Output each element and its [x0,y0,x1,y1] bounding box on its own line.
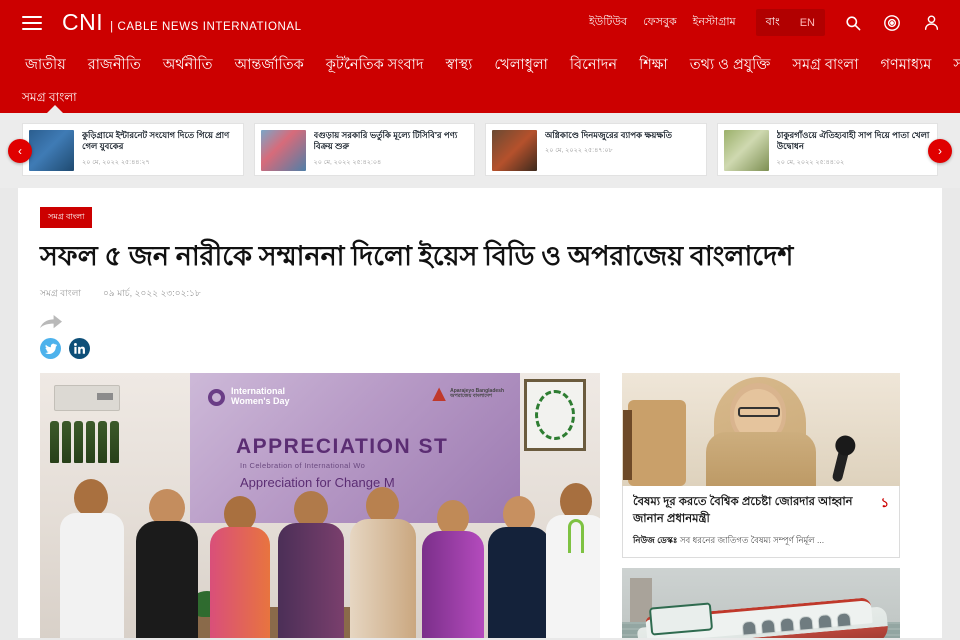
womens-day-ring-icon [208,388,225,406]
article-main-column: International Women's Day Aparajeyo Bang… [40,373,600,638]
ticker-title: কুড়িগ্রামে ইন্টারনেট সংযোগ দিতে গিয়ে প… [82,130,230,152]
photo-person [60,479,124,638]
ticker-title: ঠাকুরগাঁওয়ে ঐতিহ্যবাহী সাপ দিয়ে পাতা খ… [776,130,930,152]
wall-frame-shape [524,379,586,452]
sidebar-item-number: ১ [880,495,889,511]
partner-logo: Aparajeyo Bangladesh অপরাজেয় বাংলাদেশ [432,387,504,402]
photo-person [136,489,198,638]
nav-item-education[interactable]: শিক্ষা [628,58,679,73]
article-timestamp: ০৯ মার্চ, ২০২২ ২৩:০২:১৮ [103,288,201,299]
nav-item-entertainment[interactable]: বিনোদন [559,58,628,73]
breaking-news-carousel: ‹ কুড়িগ্রামে ইন্টারনেট সংযোগ দিতে গিয়ে… [0,113,960,188]
sidebar-item-title: বৈষম্য দূর করতে বৈশ্বিক প্রচেষ্টা জোরদার… [633,496,853,526]
brand-name: CNI [62,9,104,35]
carousel-next-button[interactable]: › [928,138,952,163]
nav-item-national[interactable]: জাতীয় [14,58,77,73]
carousel-prev-button[interactable]: ‹ [8,138,32,163]
ticker-thumbnail [29,130,74,171]
sidebar-item-excerpt-lead: নিউজ ডেস্কঃ [633,534,678,545]
photo-person [488,496,550,638]
banner-subheading: In Celebration of International Wo [240,461,366,471]
ticker-card[interactable]: অগ্নিকাণ্ডে দিনমজুরের ব্যাপক ক্ষয়ক্ষতি … [485,123,707,176]
photo-person [350,487,416,638]
nav-item-sports[interactable]: খেলাধুলা [483,58,559,73]
article-body-grid: International Women's Day Aparajeyo Bang… [40,373,920,638]
prime-minister-speaking-photo [622,373,900,487]
nav-item-international[interactable]: আন্তর্জাতিক [224,58,315,73]
ticker-card[interactable]: ঠাকুরগাঁওয়ে ঐতিহ্যবাহী সাপ দিয়ে পাতা খ… [716,123,938,176]
ticker-time: ২০ মে, ২০২২ ২৫:৪৪:০২ [776,158,845,166]
site-logo[interactable]: CNI | CABLE NEWS INTERNATIONAL [62,9,302,36]
sidebar-item-excerpt: নিউজ ডেস্কঃ সব ধরনের জাতিগত বৈষম্য সম্পূ… [633,534,889,548]
banner-logo-line2: Women's Day [231,396,290,407]
article-byline: সমগ্র বাংলা ০৯ মার্চ, ২০২২ ২৩:০২:১৮ [40,286,920,301]
user-account-icon[interactable] [920,12,942,34]
nav-item-tech[interactable]: তথ্য ও প্রযুক্তি [679,58,782,73]
nav-item-politics[interactable]: রাজনীতি [77,58,152,73]
article-source: সমগ্র বাংলা [40,288,81,299]
ticker-thumbnail [723,130,769,171]
nav-item-all-more[interactable]: সব [942,58,960,73]
photo-person [278,491,344,638]
ticker-thumbnail [492,130,537,171]
ticker-card[interactable]: বগুড়ায় সরকারি ভর্তুকি মূল্যে টিসিবি'র … [253,123,475,176]
page-title: সফল ৫ জন নারীকে সম্মাননা দিলো ইয়েস বিডি… [40,241,794,271]
social-link-facebook[interactable]: ফেসবুক [643,13,677,32]
photo-person [546,483,600,638]
language-option-en[interactable]: EN [790,13,825,33]
bottles-shape [50,421,119,464]
sidebar-related-item-2[interactable] [622,567,900,638]
ticker-time: ২০ মে, ২০২২ ২৫:৪৪:২৭ [82,158,150,166]
air-conditioner-shape [54,385,120,412]
banner-heading: APPRECIATION ST [236,435,449,459]
sidebar-related-item-1[interactable]: ১ বৈষম্য দূর করতে বৈশ্বিক প্রচেষ্টা জোরদ… [622,373,900,558]
active-section-tab-row: সমগ্র বাংলা [0,85,960,113]
main-navigation: জাতীয় রাজনীতি অর্থনীতি আন্তর্জাতিক কূটন… [0,45,960,85]
capsized-launch-boat-photo [622,567,900,638]
womens-day-logo: International Women's Day [208,387,290,407]
share-linkedin-button[interactable] [69,338,90,360]
partner-line2: অপরাজেয় বাংলাদেশ [450,393,492,400]
brand-tagline: | CABLE NEWS INTERNATIONAL [110,21,302,33]
photo-person [210,496,270,638]
social-link-instagram[interactable]: ইনস্টাগ্রাম [693,13,736,32]
sidebar-item-excerpt-text: সব ধরনের জাতিগত বৈষম্য সম্পূর্ণ নির্মূল … [679,534,825,545]
nav-item-health[interactable]: স্বাস্থ্য [434,58,483,73]
article-page: সমগ্র বাংলা সফল ৫ জন নারীকে সম্মাননা দিল… [18,188,942,638]
partner-mark-icon [432,387,447,402]
ticker-title: বগুড়ায় সরকারি ভর্তুকি মূল্যে টিসিবি'র … [313,130,458,152]
ticker-time: ২০ মে, ২০২২ ২৫:৪২:০৪ [313,158,382,166]
share-row [40,315,920,360]
article-sidebar: ১ বৈষম্য দূর করতে বৈশ্বিক প্রচেষ্টা জোরদ… [622,373,900,638]
ticker-card[interactable]: কুড়িগ্রামে ইন্টারনেট সংযোগ দিতে গিয়ে প… [22,123,244,176]
live-target-icon[interactable] [881,12,903,34]
nav-item-economy[interactable]: অর্থনীতি [152,58,224,73]
language-toggle[interactable]: বাং EN [755,9,825,36]
share-arrow-icon[interactable] [40,315,920,334]
photo-person [422,500,484,638]
nav-item-diplomatic[interactable]: কূটনৈতিক সংবাদ [315,58,435,73]
article-category-badge[interactable]: সমগ্র বাংলা [40,207,93,228]
ticker-time: ২০ মে, ২০২২ ২৫:৪৭:০৮ [545,147,613,155]
share-twitter-button[interactable] [40,338,61,360]
nav-item-samagra-bangla[interactable]: সমগ্র বাংলা [781,58,869,73]
site-header: CNI | CABLE NEWS INTERNATIONAL ইউটিউব ফে… [0,0,960,45]
header-right-group: ইউটিউব ফেসবুক ইনস্টাগ্রাম বাং EN [573,9,942,36]
social-link-youtube[interactable]: ইউটিউব [589,13,627,32]
ticker-thumbnail [260,130,306,171]
tab-pointer-triangle [47,105,63,113]
hamburger-icon[interactable] [22,15,42,30]
nav-item-media[interactable]: গণমাধ্যম [869,58,942,73]
search-icon[interactable] [842,12,864,34]
ticker-title: অগ্নিকাণ্ডে দিনমজুরের ব্যাপক ক্ষয়ক্ষতি [545,130,673,140]
article-hero-photo: International Women's Day Aparajeyo Bang… [40,373,600,638]
language-option-bn[interactable]: বাং [756,9,790,36]
